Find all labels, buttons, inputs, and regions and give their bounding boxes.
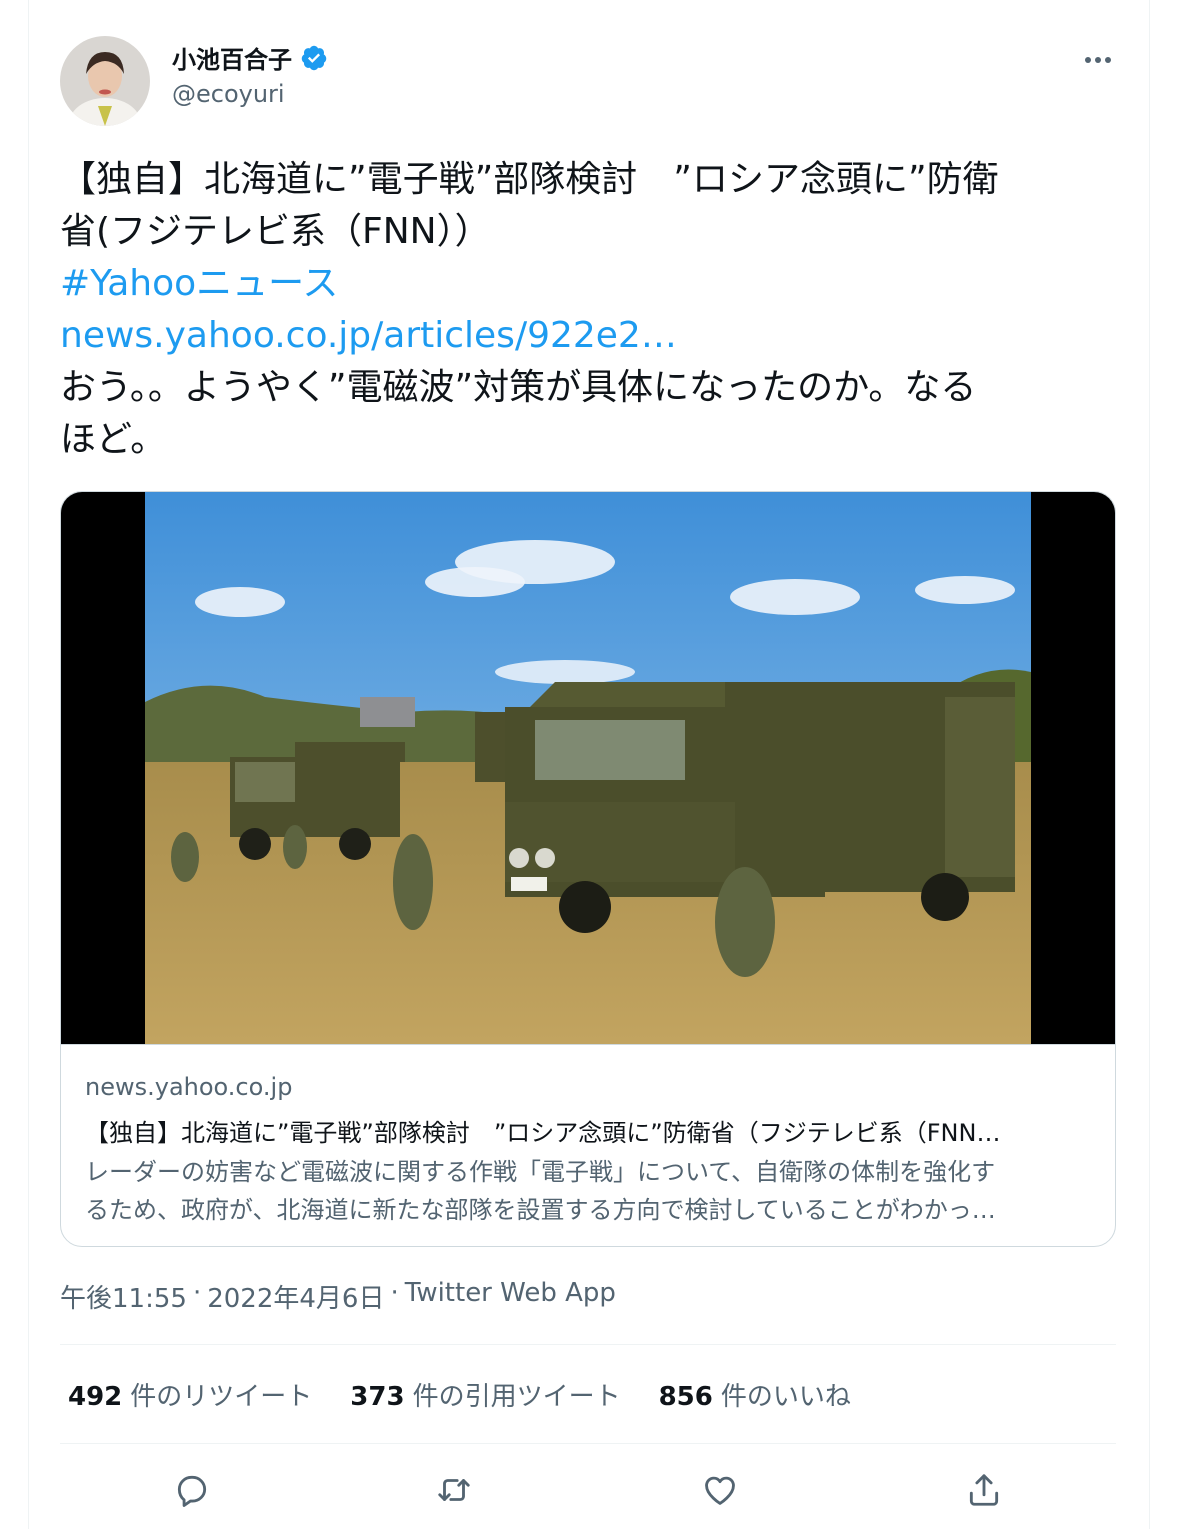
article-url-link[interactable]: news.yahoo.co.jp/articles/922e2… — [60, 310, 1110, 362]
military-trucks-photo — [145, 492, 1031, 1044]
quotes-label: 件の引用ツイート — [412, 1382, 621, 1412]
tweet-text-line: 省(フジテレビ系（FNN）） — [60, 211, 491, 252]
link-card-image[interactable] — [61, 492, 1115, 1044]
meta-separator: · — [192, 1278, 202, 1308]
author-handle[interactable]: @ecoyuri — [172, 80, 285, 108]
tweet-text-line: 【独自】北海道に”電子戦”部隊検討 ”ロシア念頭に”防衛 — [60, 159, 999, 200]
avatar[interactable] — [60, 36, 150, 126]
tweet-text: 【独自】北海道に”電子戦”部隊検討 ”ロシア念頭に”防衛 省(フジテレビ系（FN… — [60, 154, 1110, 466]
tweet-time[interactable]: 午後11:55 — [60, 1278, 187, 1315]
author-name[interactable]: 小池百合子 — [172, 40, 292, 75]
quotes-count: 373 — [350, 1382, 405, 1412]
share-icon[interactable] — [956, 1462, 1012, 1518]
author-name-row[interactable]: 小池百合子 — [172, 40, 328, 75]
retweets-stat[interactable]: 492 件のリツイート — [68, 1376, 312, 1413]
link-preview-card[interactable]: news.yahoo.co.jp 【独自】北海道に”電子戦”部隊検討 ”ロシア念… — [60, 491, 1116, 1247]
link-card-info[interactable]: news.yahoo.co.jp 【独自】北海道に”電子戦”部隊検討 ”ロシア念… — [61, 1044, 1115, 1246]
tweet-meta: 午後11:55 · 2022年4月6日 · Twitter Web App — [60, 1278, 616, 1315]
divider — [60, 1344, 1116, 1345]
link-card-domain: news.yahoo.co.jp — [85, 1073, 293, 1101]
link-card-description-line: レーダーの妨害など電磁波に関する作戦「電子戦」について、自衛隊の体制を強化す — [85, 1158, 996, 1186]
tweet-date[interactable]: 2022年4月6日 — [207, 1278, 384, 1315]
like-icon[interactable] — [692, 1462, 748, 1518]
quotes-stat[interactable]: 373 件の引用ツイート — [350, 1376, 620, 1413]
link-card-title: 【独自】北海道に”電子戦”部隊検討 ”ロシア念頭に”防衛省（フジテレビ系（FNN… — [85, 1119, 1001, 1147]
engagement-stats: 492 件のリツイート 373 件の引用ツイート 856 件のいいね — [68, 1376, 851, 1413]
meta-separator: · — [390, 1278, 399, 1308]
likes-stat[interactable]: 856 件のいいね — [659, 1376, 851, 1413]
reply-icon[interactable] — [164, 1462, 220, 1518]
retweet-icon[interactable] — [426, 1462, 482, 1518]
likes-label: 件のいいね — [720, 1382, 851, 1412]
hashtag-link[interactable]: #Yahooニュース — [60, 258, 1110, 310]
likes-count: 856 — [658, 1382, 713, 1412]
tweet-comment-line: ほど。 — [60, 419, 167, 460]
tweet-actions — [60, 1462, 1116, 1518]
retweets-count: 492 — [68, 1382, 123, 1412]
retweets-label: 件のリツイート — [130, 1382, 313, 1412]
tweet-source[interactable]: Twitter Web App — [405, 1278, 616, 1315]
link-card-description-line: るため、政府が、北海道に新たな部隊を設置する方向で検討していることがわかっ… — [85, 1196, 996, 1224]
more-options-icon[interactable] — [1080, 48, 1116, 72]
verified-badge-icon — [301, 45, 327, 70]
divider — [60, 1443, 1116, 1444]
link-card-description: レーダーの妨害など電磁波に関する作戦「電子戦」について、自衛隊の体制を強化す る… — [85, 1153, 1085, 1229]
tweet-comment-line: おう。。ようやく”電磁波”対策が具体になったのか。なる — [60, 367, 977, 408]
